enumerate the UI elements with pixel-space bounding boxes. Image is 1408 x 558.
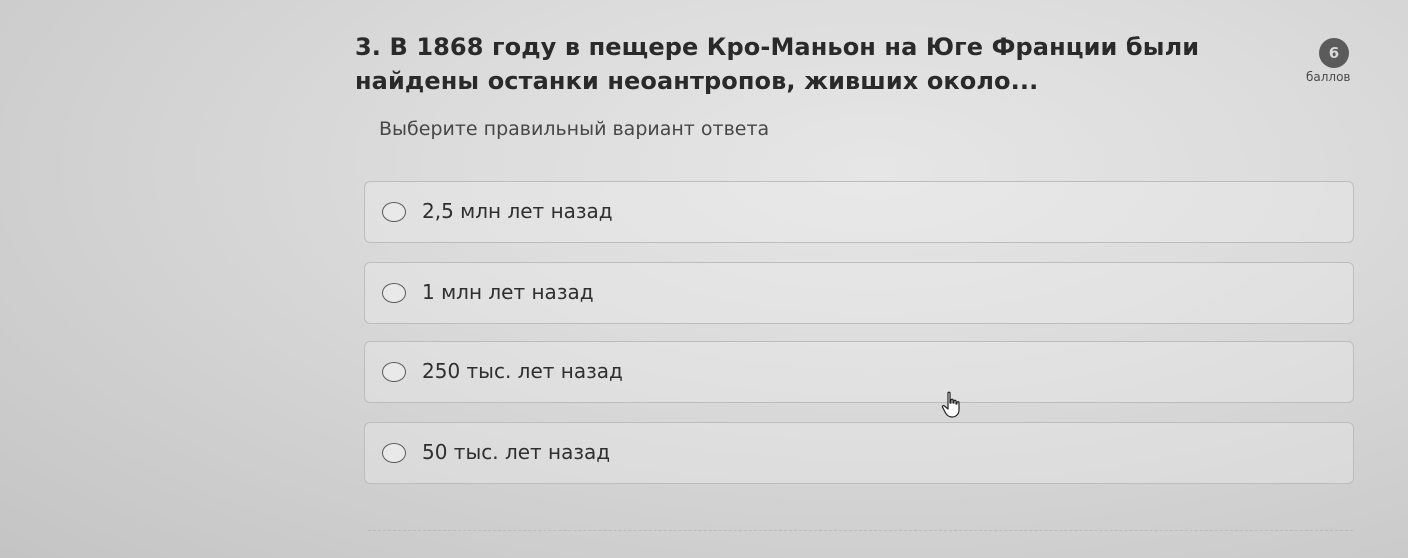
answer-option-label: 250 тыс. лет назад xyxy=(422,359,623,383)
hand-pointer-cursor-icon xyxy=(941,391,960,418)
answer-option-4[interactable]: 50 тыс. лет назад xyxy=(364,422,1354,484)
radio-button-icon[interactable] xyxy=(382,443,406,463)
points-label: баллов xyxy=(1306,70,1351,84)
answer-option-3[interactable]: 250 тыс. лет назад xyxy=(364,341,1354,403)
quiz-page: 3. В 1868 году в пещере Кро-Маньон на Юг… xyxy=(0,0,1408,558)
divider xyxy=(368,530,1353,531)
radio-button-icon[interactable] xyxy=(382,202,406,222)
radio-button-icon[interactable] xyxy=(382,283,406,303)
answer-option-1[interactable]: 2,5 млн лет назад xyxy=(364,181,1354,243)
answer-option-2[interactable]: 1 млн лет назад xyxy=(364,262,1354,324)
answer-option-label: 50 тыс. лет назад xyxy=(422,440,611,464)
radio-button-icon[interactable] xyxy=(382,362,406,382)
points-badge: 6 xyxy=(1319,38,1349,68)
answer-instruction: Выберите правильный вариант ответа xyxy=(379,118,770,140)
answer-option-label: 1 млн лет назад xyxy=(422,280,594,304)
answer-option-label: 2,5 млн лет назад xyxy=(422,199,613,223)
question-title: 3. В 1868 году в пещере Кро-Маньон на Юг… xyxy=(355,33,1200,95)
